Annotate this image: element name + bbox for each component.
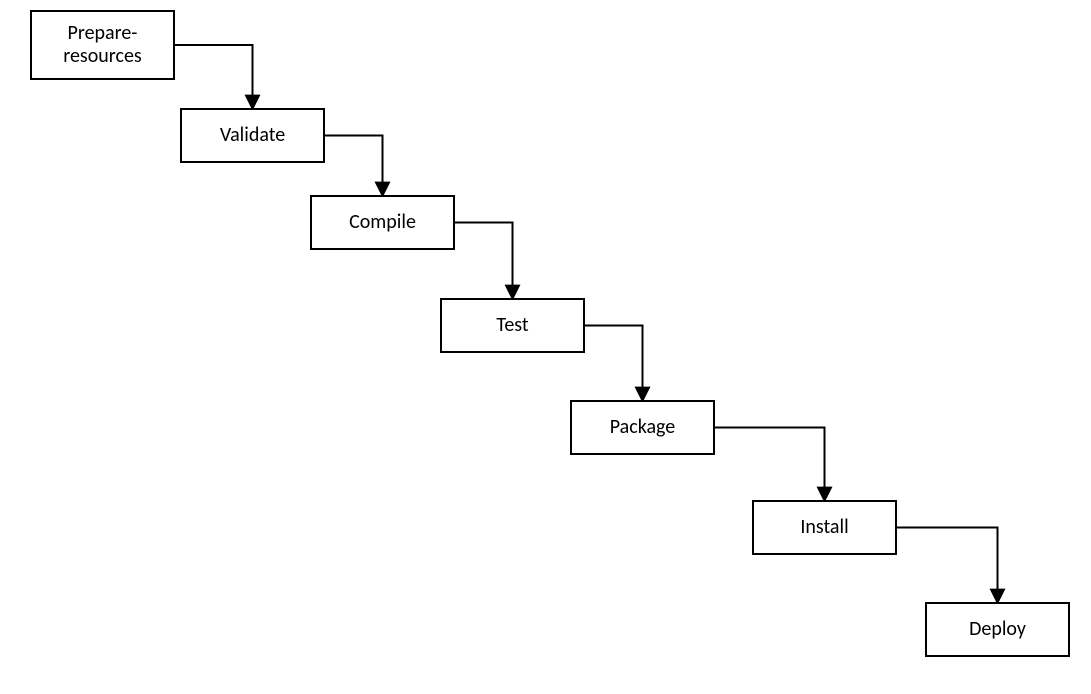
node-label: Deploy (969, 618, 1026, 641)
node-compile: Compile (310, 195, 455, 250)
edge-test-to-package (585, 326, 643, 401)
node-prepare-resources: Prepare-resources (30, 10, 175, 80)
flowchart-canvas: Prepare-resources Validate Compile Test … (0, 0, 1091, 694)
node-package: Package (570, 400, 715, 455)
edge-prepare-to-validate (175, 45, 253, 108)
node-test: Test (440, 298, 585, 353)
edge-validate-to-compile (325, 136, 383, 196)
node-label: Package (610, 416, 675, 439)
node-label: Test (496, 314, 528, 337)
node-label: Install (800, 516, 848, 539)
node-deploy: Deploy (925, 602, 1070, 657)
node-validate: Validate (180, 108, 325, 163)
node-label: Validate (220, 124, 285, 147)
node-label: Prepare-resources (63, 22, 141, 68)
node-label: Compile (349, 211, 416, 234)
edge-install-to-deploy (897, 528, 998, 603)
edge-package-to-install (715, 428, 825, 501)
edge-compile-to-test (455, 223, 513, 299)
node-install: Install (752, 500, 897, 555)
